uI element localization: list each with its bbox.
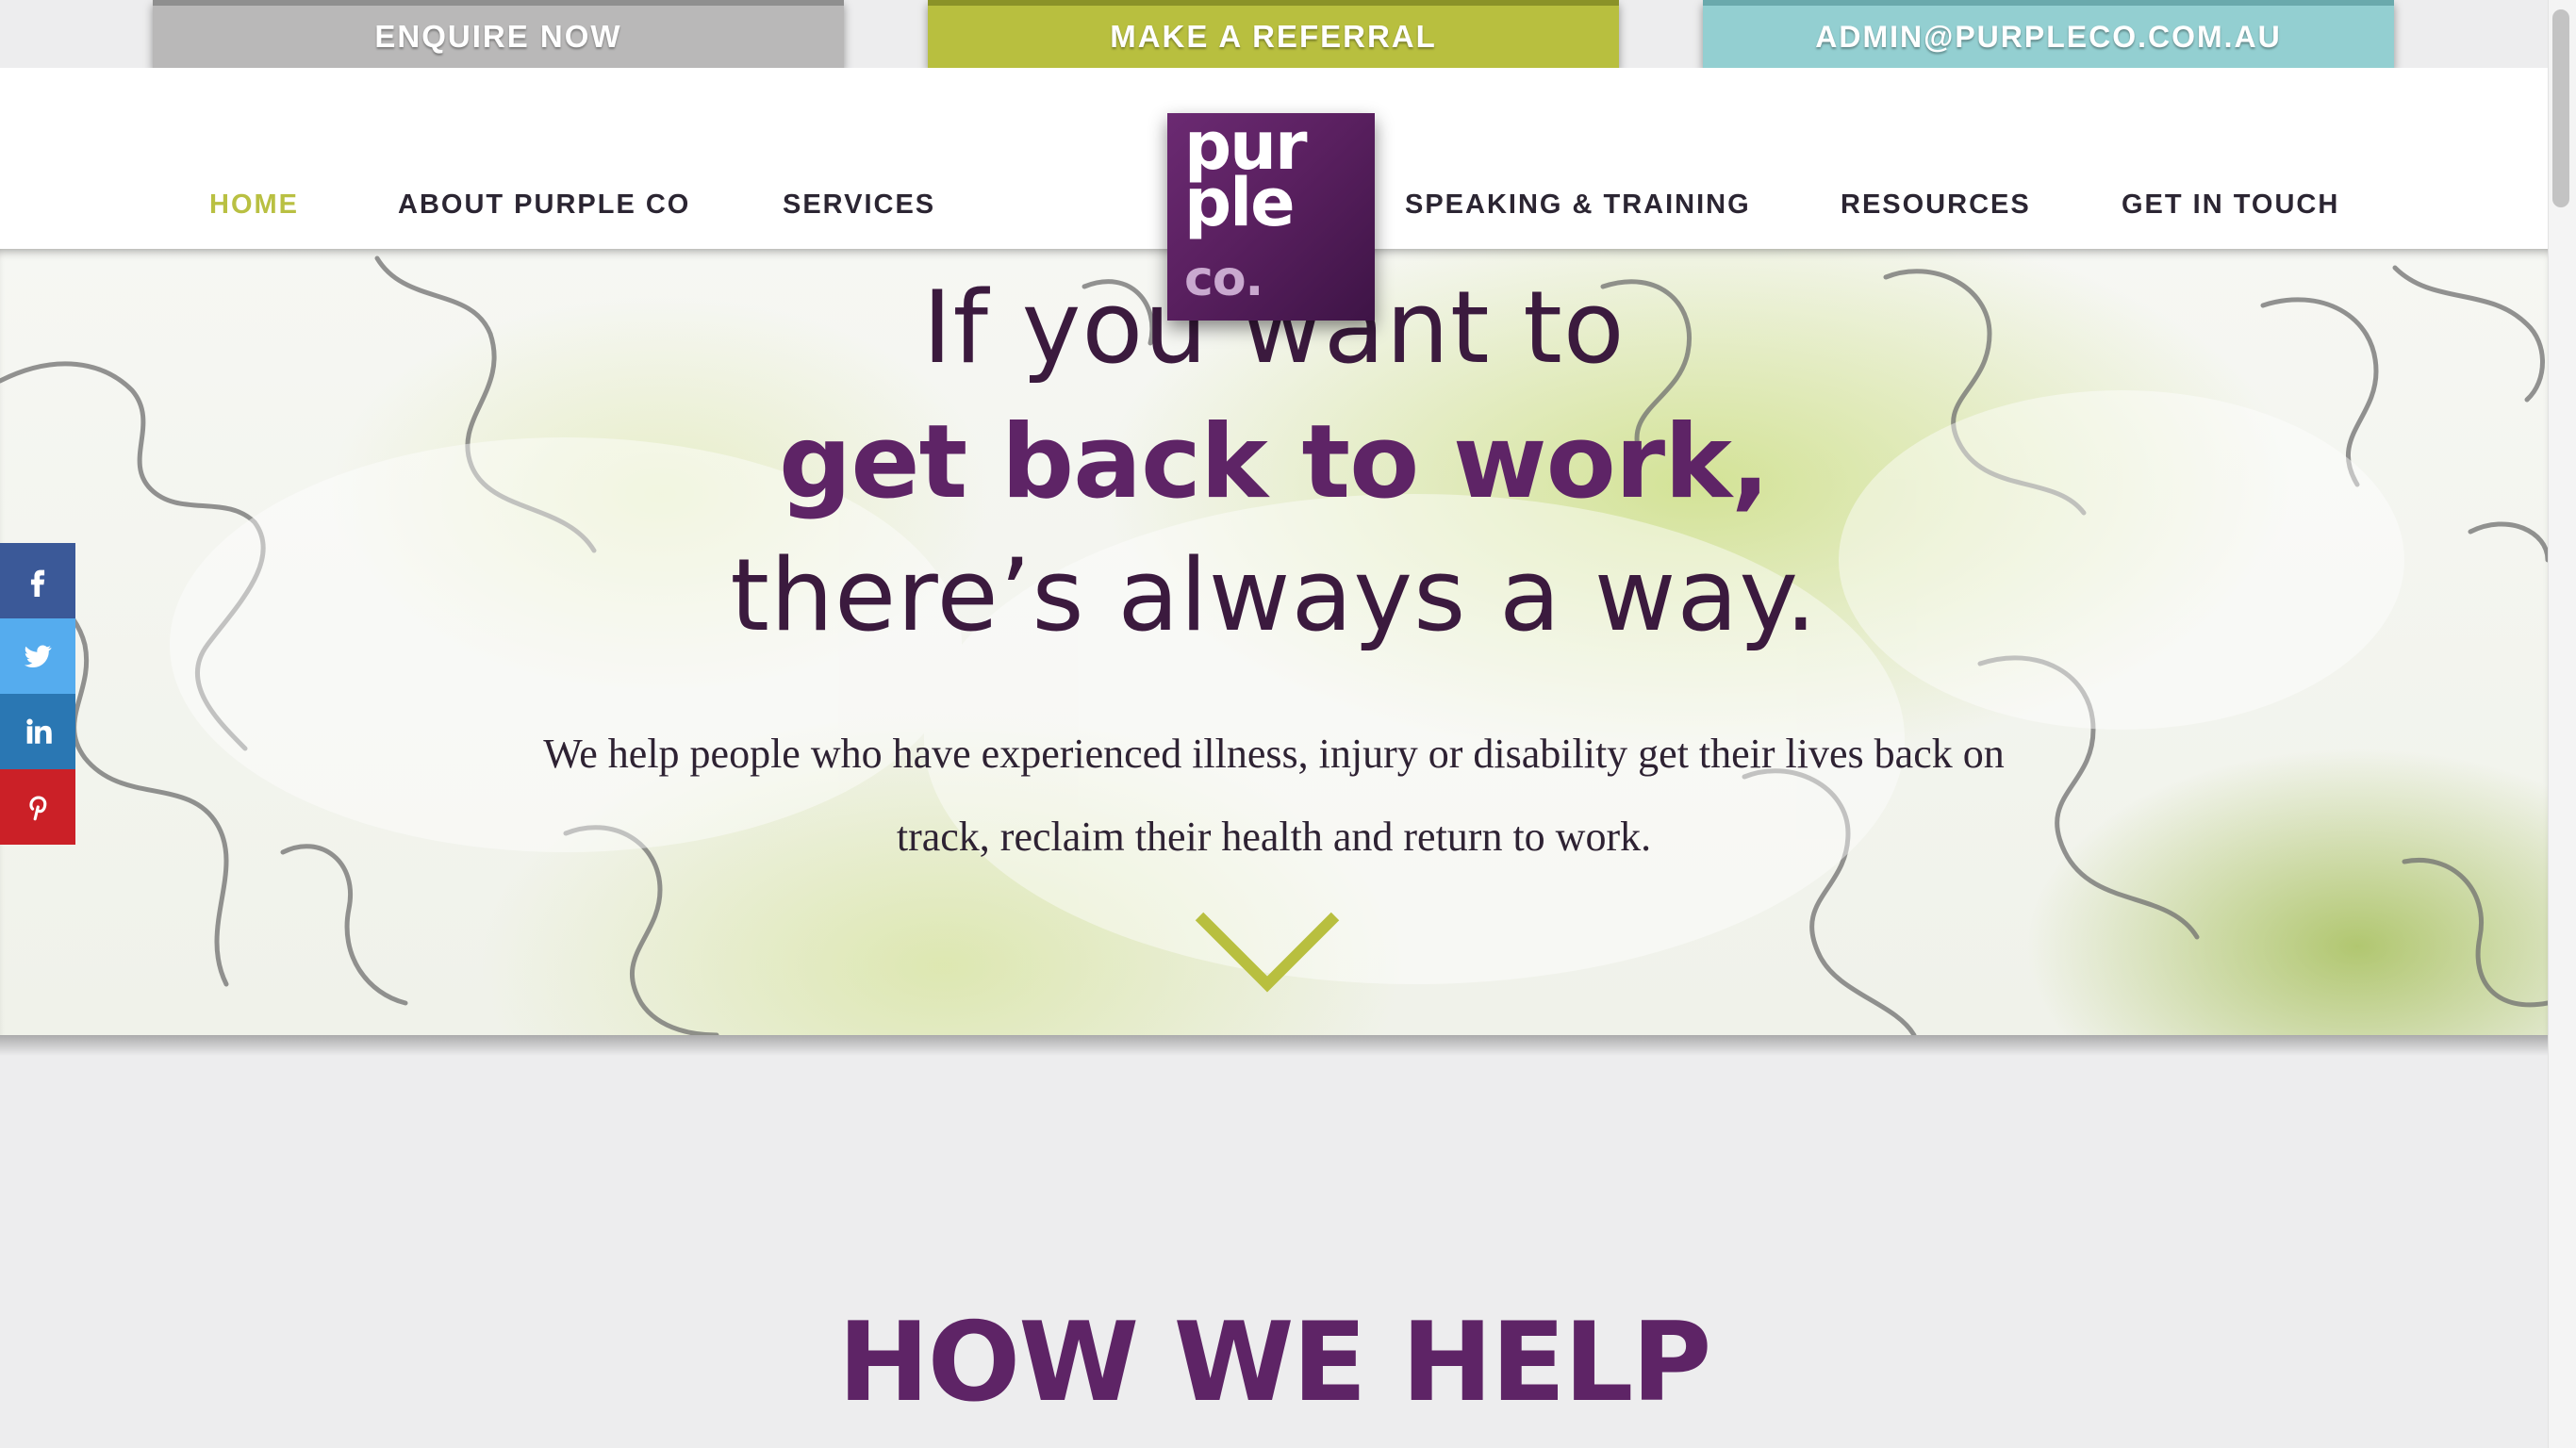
hero-heading-line3: there’s always a way. <box>730 537 1818 653</box>
linkedin-share-button[interactable] <box>0 694 75 769</box>
scroll-down-chevron-icon[interactable] <box>1192 909 1343 994</box>
pinterest-share-button[interactable] <box>0 769 75 845</box>
scrollbar-thumb[interactable] <box>2552 9 2569 207</box>
hero-banner: If you want to get back to work, there’s… <box>0 249 2548 1035</box>
enquire-now-button[interactable]: ENQUIRE NOW <box>153 0 844 68</box>
pinterest-icon <box>29 796 47 821</box>
make-a-referral-button[interactable]: MAKE A REFERRAL <box>928 0 1619 68</box>
twitter-icon <box>24 645 52 668</box>
twitter-share-button[interactable] <box>0 618 75 694</box>
hero-shadow <box>0 1035 2548 1056</box>
purple-co-logo[interactable]: pur ple co. <box>1167 113 1375 321</box>
logo-text-line3: co. <box>1184 251 1263 307</box>
nav-services[interactable]: SERVICES <box>783 189 935 221</box>
nav-get-in-touch[interactable]: GET IN TOUCH <box>2122 189 2339 221</box>
linkedin-icon <box>26 718 52 744</box>
hero-heading-line2: get back to work, <box>779 403 1770 521</box>
email-button[interactable]: ADMIN@PURPLECO.COM.AU <box>1703 0 2394 68</box>
nav-home[interactable]: HOME <box>209 189 299 221</box>
nav-about-purple-co[interactable]: ABOUT PURPLE CO <box>398 189 690 221</box>
nav-resources[interactable]: RESOURCES <box>1841 189 2031 221</box>
nav-speaking-training[interactable]: SPEAKING & TRAINING <box>1405 189 1751 221</box>
scrollbar-track[interactable] <box>2548 0 2576 1448</box>
how-we-help-heading: HOW WE HELP <box>837 1299 1712 1426</box>
logo-text-line2: ple <box>1184 164 1296 241</box>
facebook-icon <box>30 569 45 597</box>
hero-subtitle: We help people who have experienced illn… <box>543 731 2005 860</box>
facebook-share-button[interactable] <box>0 543 75 618</box>
